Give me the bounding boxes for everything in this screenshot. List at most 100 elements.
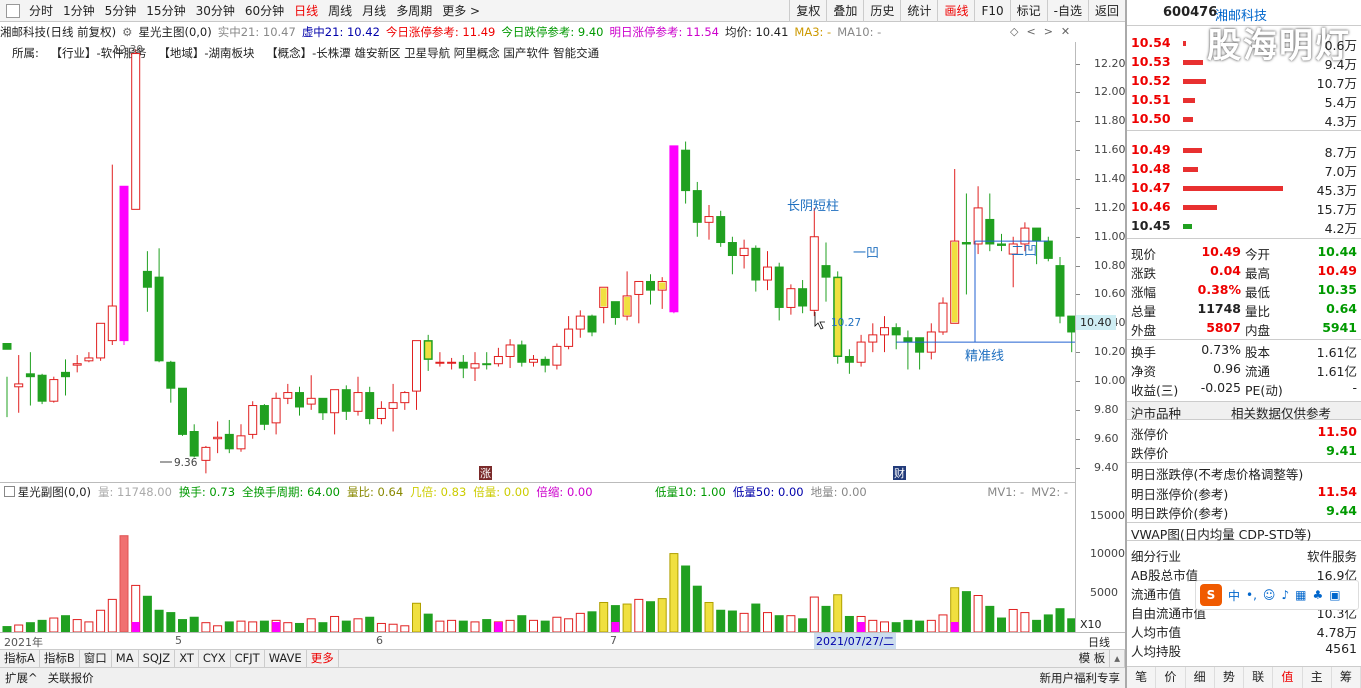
- candle[interactable]: [259, 404, 269, 431]
- candle[interactable]: [470, 352, 480, 382]
- candle[interactable]: [751, 245, 761, 292]
- volume-bar[interactable]: [72, 619, 82, 632]
- volume-bar[interactable]: [915, 620, 925, 632]
- candle[interactable]: [154, 248, 164, 363]
- candle[interactable]: [961, 193, 971, 295]
- volume-bar[interactable]: [49, 617, 59, 632]
- volume-bar[interactable]: [809, 596, 819, 632]
- period-tab-3[interactable]: 15分钟: [141, 0, 190, 22]
- bids-row[interactable]: 10.47 45.3万: [1127, 179, 1361, 198]
- candle[interactable]: [236, 424, 246, 452]
- candle[interactable]: [844, 349, 854, 374]
- candle[interactable]: [271, 392, 281, 435]
- candle[interactable]: [692, 181, 702, 237]
- volume-bar[interactable]: [505, 619, 515, 632]
- asks-row[interactable]: 10.51 5.4万: [1127, 91, 1361, 110]
- volume-bar[interactable]: [259, 620, 269, 632]
- volume-bar[interactable]: [575, 612, 585, 632]
- volume-bar[interactable]: [669, 553, 679, 632]
- candle[interactable]: [669, 145, 679, 314]
- candle[interactable]: [61, 359, 70, 396]
- candle[interactable]: [681, 141, 691, 204]
- volume-bar[interactable]: [763, 612, 772, 632]
- toolbar-button-3[interactable]: 统计: [900, 0, 937, 22]
- volume-bar[interactable]: [423, 613, 433, 632]
- candle[interactable]: [657, 277, 667, 309]
- keyboard-icon[interactable]: ▦: [1295, 588, 1306, 602]
- candle[interactable]: [704, 205, 714, 240]
- volume-bar[interactable]: [189, 616, 199, 632]
- candle[interactable]: [903, 330, 913, 370]
- indicator-tab-7[interactable]: CFJT: [231, 650, 265, 667]
- candle[interactable]: [435, 352, 445, 367]
- candle[interactable]: [72, 355, 82, 373]
- main-indicator[interactable]: 星光主图(0,0): [138, 24, 211, 40]
- bids-row[interactable]: 10.48 7.0万: [1127, 160, 1361, 179]
- related-quote-button[interactable]: 关联报价: [43, 670, 99, 686]
- volume-bar[interactable]: [178, 619, 187, 632]
- candle[interactable]: [330, 389, 340, 435]
- candle[interactable]: [178, 387, 187, 436]
- candle[interactable]: [131, 49, 141, 210]
- candle[interactable]: [365, 386, 375, 425]
- candle[interactable]: [96, 322, 106, 361]
- period-tab-6[interactable]: 日线: [289, 0, 323, 22]
- candle[interactable]: [985, 193, 995, 252]
- period-tab-0[interactable]: 分时: [24, 0, 58, 22]
- bids-row[interactable]: 10.49 8.7万: [1127, 141, 1361, 160]
- candle[interactable]: [774, 262, 784, 321]
- asks-row[interactable]: 10.54 0.6万: [1127, 34, 1361, 53]
- candle[interactable]: [739, 239, 749, 269]
- volume-bar[interactable]: [482, 619, 492, 632]
- vwap-row[interactable]: VWAP图(日内均量 CDP-STD等): [1127, 522, 1361, 542]
- candle[interactable]: [517, 340, 527, 367]
- indicator-tab-6[interactable]: CYX: [199, 650, 231, 667]
- candle[interactable]: [341, 385, 351, 420]
- candle[interactable]: [318, 397, 328, 420]
- candle[interactable]: [458, 355, 468, 379]
- volume-bar[interactable]: [435, 620, 445, 632]
- limit-up-marker[interactable]: 涨: [479, 466, 492, 480]
- candle[interactable]: [107, 164, 117, 345]
- volume-bar[interactable]: [96, 609, 106, 632]
- volume-bar[interactable]: [564, 618, 574, 632]
- volume-bar[interactable]: [786, 615, 796, 632]
- panel-nav-5[interactable]: 值: [1273, 667, 1303, 688]
- panel-nav-1[interactable]: 价: [1156, 667, 1186, 688]
- candle[interactable]: [1043, 236, 1053, 262]
- volume-bar[interactable]: [1020, 612, 1030, 632]
- volume-bar[interactable]: [470, 621, 480, 632]
- candle[interactable]: [552, 343, 562, 370]
- indicator-tab-8[interactable]: WAVE: [265, 650, 307, 667]
- candle[interactable]: [786, 284, 796, 315]
- volume-bar[interactable]: [388, 623, 398, 632]
- candle[interactable]: [213, 421, 223, 454]
- indicator-tab-3[interactable]: MA: [112, 650, 139, 667]
- volume-bar[interactable]: [880, 621, 889, 632]
- volume-bar[interactable]: [318, 622, 328, 632]
- candle[interactable]: [493, 347, 503, 367]
- volume-bar[interactable]: [248, 621, 258, 632]
- volume-bar[interactable]: [306, 618, 316, 632]
- candle[interactable]: [587, 314, 597, 337]
- volume-bar[interactable]: [891, 622, 901, 632]
- toolbar-button-4[interactable]: 画线: [937, 0, 974, 22]
- volume-bar[interactable]: [529, 619, 538, 632]
- expand-button[interactable]: 扩展^: [0, 670, 43, 686]
- volume-bar[interactable]: [84, 621, 94, 632]
- volume-bar[interactable]: [14, 624, 24, 632]
- candle[interactable]: [529, 355, 538, 367]
- volume-bar[interactable]: [365, 616, 375, 632]
- candle[interactable]: [14, 355, 24, 413]
- toolbar-button-8[interactable]: 返回: [1087, 0, 1125, 22]
- candle[interactable]: [1067, 315, 1075, 353]
- volume-bar[interactable]: [646, 601, 655, 632]
- volume-bar[interactable]: [903, 619, 913, 632]
- volume-bar[interactable]: [412, 602, 421, 632]
- toolbar-button-6[interactable]: 标记: [1009, 0, 1047, 22]
- candle[interactable]: [353, 376, 363, 416]
- volume-bar[interactable]: [716, 609, 726, 632]
- checkbox-icon[interactable]: [4, 486, 15, 497]
- candle[interactable]: [610, 301, 620, 325]
- volume-bar[interactable]: [844, 615, 854, 632]
